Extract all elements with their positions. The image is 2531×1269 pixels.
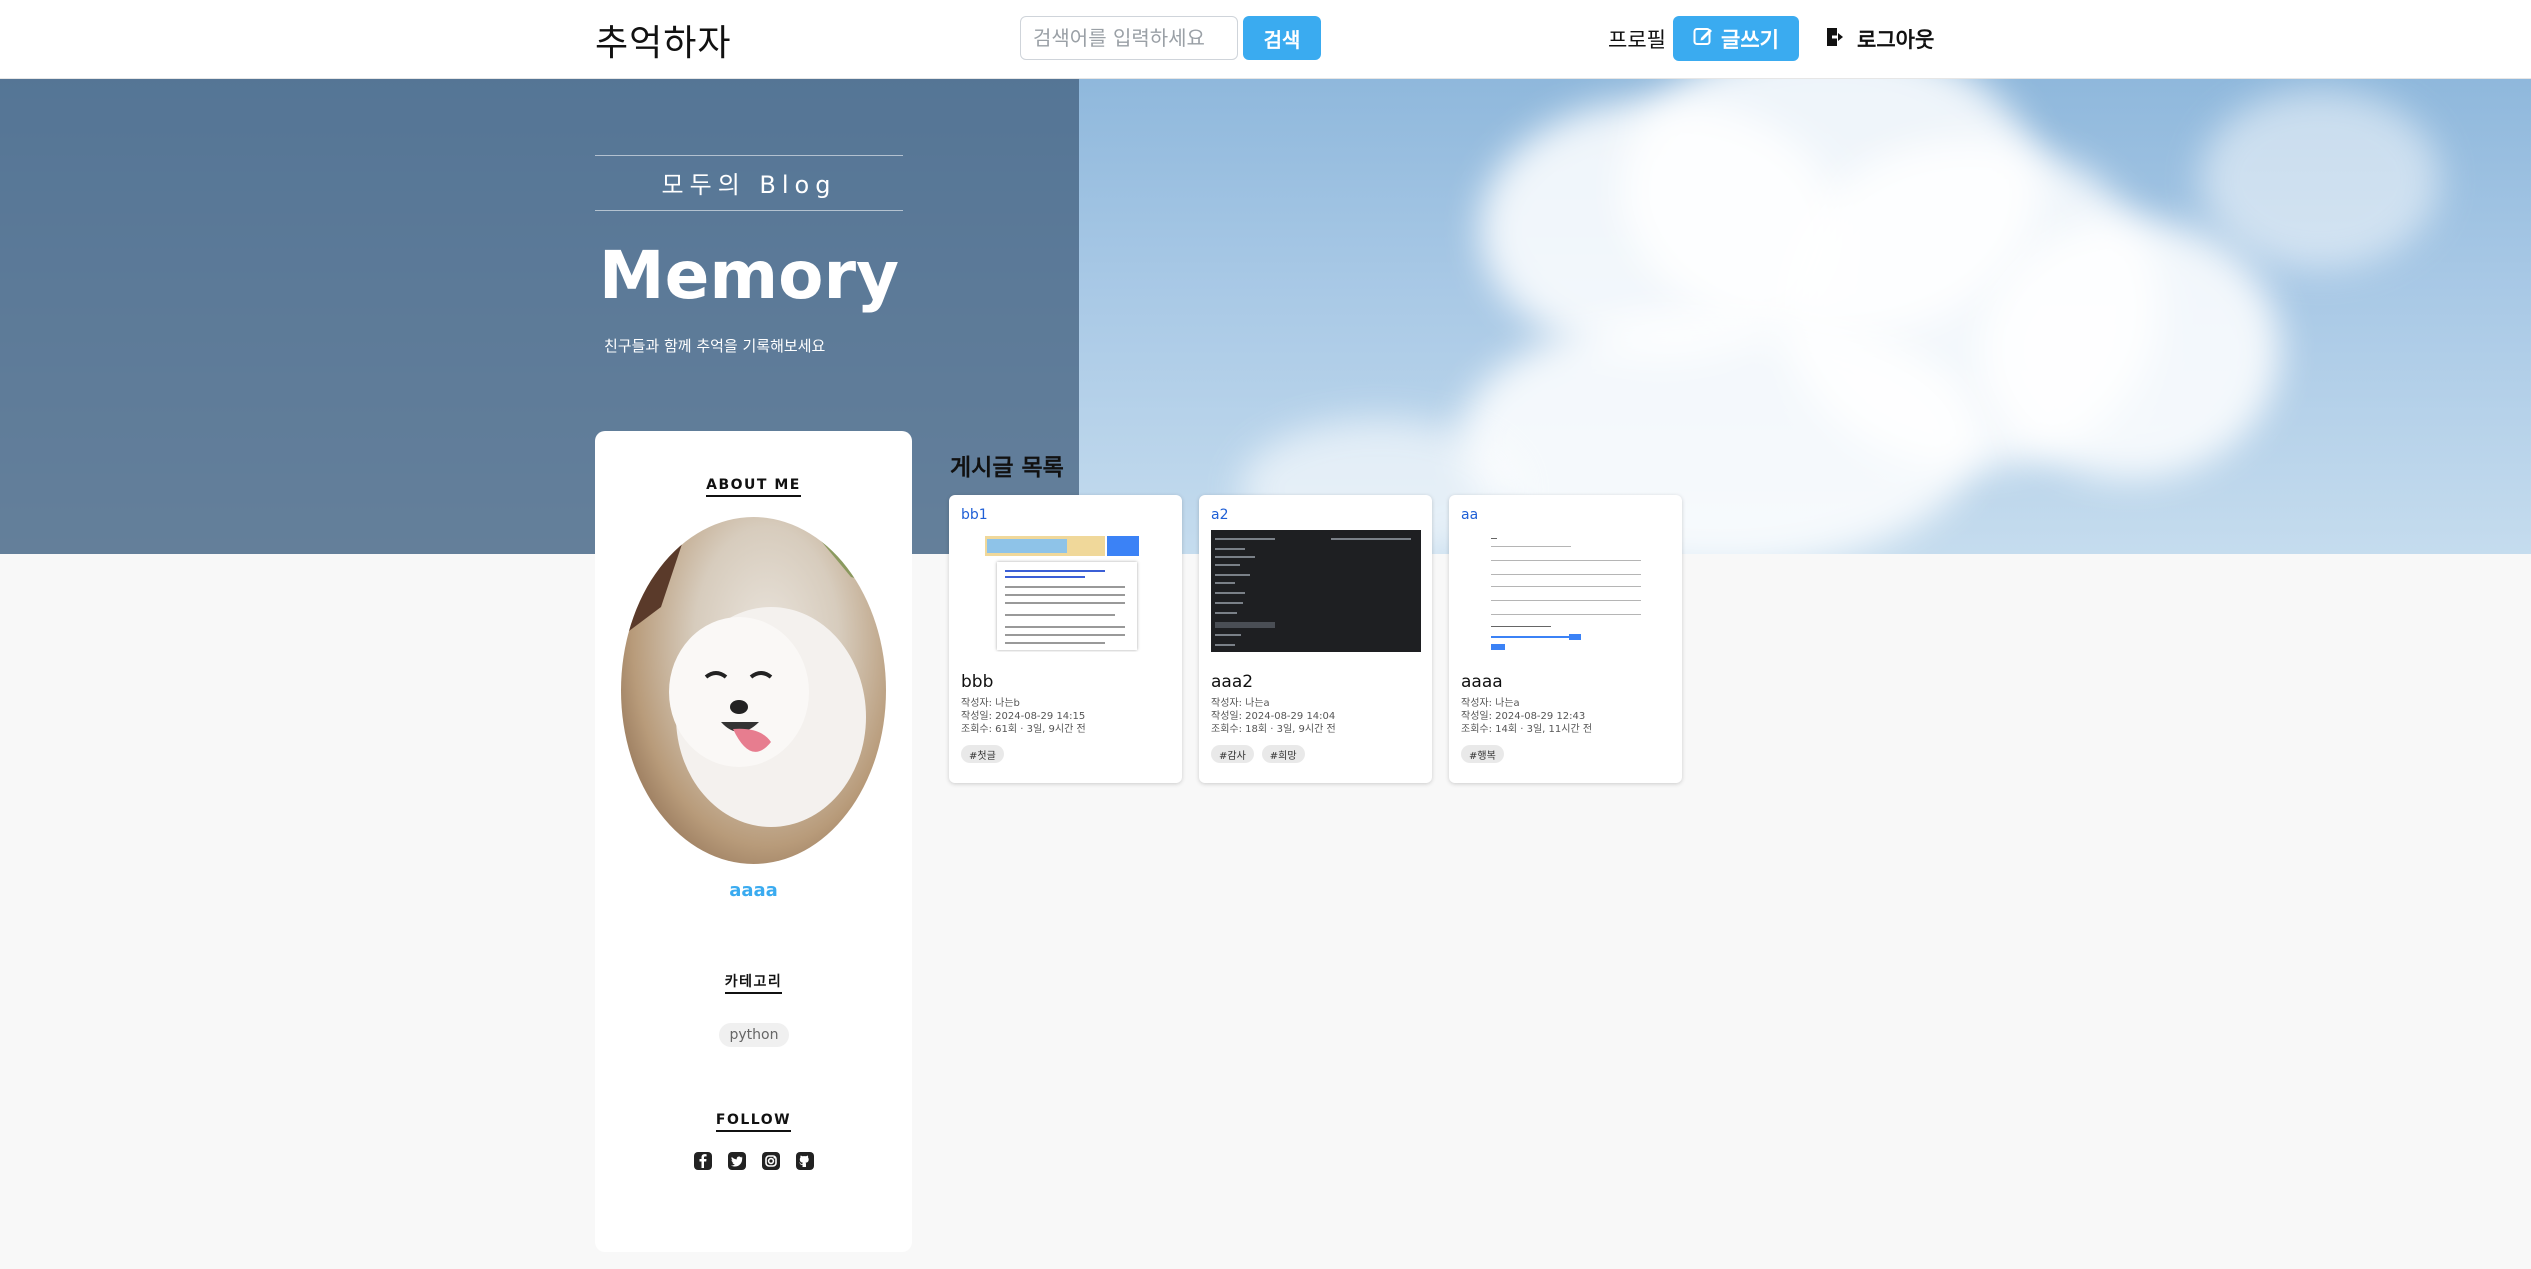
post-thumbnail (1461, 530, 1671, 652)
hero-subtitle: 모두의 Blog (661, 171, 837, 199)
hero-title: Memory (598, 237, 900, 314)
top-navbar: 추억하자 검색 프로필 글쓰기 로그아웃 (0, 0, 2531, 79)
facebook-icon[interactable] (693, 1151, 713, 1171)
post-title: aaaa (1461, 672, 1503, 692)
post-card[interactable]: bb1 bbb 작성자: 나는b 작성일: 2024-08-29 14:15 조… (949, 495, 1182, 783)
post-title: aaa2 (1211, 672, 1254, 692)
post-card-label: aa (1461, 507, 1479, 523)
twitter-icon[interactable] (727, 1151, 747, 1171)
category-tag-python[interactable]: python (719, 1023, 789, 1047)
post-thumbnail (961, 530, 1171, 652)
post-tags: #행복 (1461, 745, 1504, 763)
post-tag[interactable]: #감사 (1211, 745, 1254, 763)
github-icon[interactable] (795, 1151, 815, 1171)
post-tag[interactable]: #희망 (1261, 745, 1305, 763)
hero-overlay (0, 79, 1079, 554)
write-button[interactable]: 글쓰기 (1673, 16, 1799, 61)
hero-description: 친구들과 함께 추억을 기록해보세요 (604, 337, 826, 355)
brand-logo[interactable]: 추억하자 (595, 14, 731, 66)
post-tags: #첫글 (961, 745, 1004, 763)
logout-link[interactable]: 로그아웃 (1825, 22, 1934, 56)
write-button-label: 글쓰기 (1721, 27, 1779, 52)
follow-icons (595, 1151, 912, 1171)
follow-heading: FOLLOW (595, 1112, 912, 1132)
post-tags: #감사 #희망 (1211, 745, 1305, 763)
post-card[interactable]: aa aaaa 작성자: 나는a 작성일: 2024-08-29 12:43 조… (1449, 495, 1682, 783)
post-tag[interactable]: #행복 (1461, 745, 1504, 763)
profile-link[interactable]: 프로필 (1608, 24, 1666, 54)
logout-icon (1825, 26, 1845, 53)
post-views: 조회수: 18회 · 3일, 9시간 전 (1211, 724, 1336, 735)
hero-divider-top (595, 155, 903, 156)
post-card-label: a2 (1211, 507, 1229, 523)
post-views: 조회수: 14회 · 3일, 11시간 전 (1461, 724, 1593, 735)
hero-banner: 모두의 Blog Memory 친구들과 함께 추억을 기록해보세요 (0, 79, 2531, 554)
category-heading: 카테고리 (595, 971, 912, 994)
post-list-heading: 게시글 목록 (950, 455, 1064, 481)
post-title: bbb (961, 672, 994, 692)
search-input[interactable] (1020, 16, 1238, 60)
post-card[interactable]: a2 aaa2 작성자: 나는a 작성일: 2024-08-29 14:04 조… (1199, 495, 1432, 783)
instagram-icon[interactable] (761, 1151, 781, 1171)
profile-username[interactable]: aaaa (595, 880, 912, 901)
about-me-heading: ABOUT ME (595, 477, 912, 497)
post-thumbnail (1211, 530, 1421, 652)
hero-divider-bottom (595, 210, 903, 211)
post-card-label: bb1 (961, 507, 988, 523)
post-views: 조회수: 61회 · 3일, 9시간 전 (961, 724, 1086, 735)
logout-label: 로그아웃 (1857, 28, 1935, 52)
edit-icon (1693, 26, 1713, 51)
search-button[interactable]: 검색 (1243, 16, 1321, 60)
about-sidebar: ABOUT ME aaaa 카테고리 python FOLLOW (595, 431, 912, 1252)
post-tag[interactable]: #첫글 (961, 745, 1004, 763)
avatar (621, 517, 886, 864)
